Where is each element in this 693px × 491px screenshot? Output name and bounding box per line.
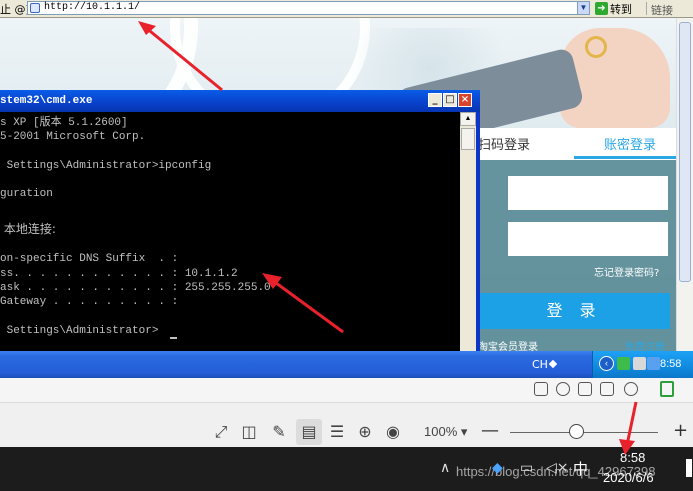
login-button[interactable]: 登 录: [478, 293, 670, 329]
scroll-up-icon[interactable]: ▲: [460, 112, 476, 126]
zoom-in-button[interactable]: +: [673, 420, 688, 441]
list-icon[interactable]: ☰: [328, 423, 346, 441]
viewer-toolbar-top: [0, 378, 693, 403]
console-prompt: Settings\Administrator>: [0, 325, 159, 337]
note-icon[interactable]: [660, 381, 674, 397]
clock[interactable]: 8:58: [620, 450, 645, 465]
chevron-up-icon[interactable]: ∧: [440, 460, 450, 476]
browser-scrollbar[interactable]: [676, 18, 693, 351]
console-line-gateway: Gateway . . . . . . . . . :: [0, 296, 179, 308]
zoom-dropdown[interactable]: 100% ▾: [424, 424, 467, 440]
console-line: Settings\Administrator>ipconfig: [0, 160, 212, 172]
cmd-console[interactable]: s XP [版本 5.1.2600] 5-2001 Microsoft Corp…: [0, 112, 460, 352]
password-input[interactable]: [508, 222, 668, 256]
go-button-label: 转到: [610, 2, 632, 16]
network-icon[interactable]: ▭: [520, 460, 533, 476]
cmd-scrollbar-thumb[interactable]: [461, 128, 475, 150]
tab-qr-login[interactable]: 扫码登录: [478, 134, 530, 153]
links-button[interactable]: 链接: [651, 2, 673, 18]
console-line: on-specific DNS Suffix . :: [0, 253, 179, 265]
maximize-button[interactable]: □: [443, 93, 457, 107]
tray-expand-icon[interactable]: ‹: [599, 356, 614, 371]
console-line: 5-2001 Microsoft Corp.: [0, 131, 146, 143]
member-login-link[interactable]: 淘宝会员登录: [478, 338, 538, 351]
console-line: 本地连接:: [0, 222, 56, 236]
console-line: s XP [版本 5.1.2600]: [0, 117, 128, 129]
go-button[interactable]: ➜ 转到: [595, 1, 632, 16]
record-icon[interactable]: [556, 382, 570, 396]
pen-icon[interactable]: ✎: [270, 423, 288, 441]
eye-icon[interactable]: ◉: [384, 423, 402, 441]
console-line-ip-address: ss. . . . . . . . . . . . : 10.1.1.2: [0, 268, 238, 280]
decorative-ring: [585, 36, 607, 58]
zoom-slider-thumb[interactable]: [569, 424, 585, 439]
network-icon[interactable]: [617, 357, 630, 370]
print-icon[interactable]: [600, 382, 614, 396]
address-bar: 止 @) http://10.1.1.1/ ▼ ➜ 转到 链接: [0, 0, 693, 18]
language-menu-icon[interactable]: [548, 359, 558, 369]
active-tab-indicator: [574, 156, 678, 159]
page-icon: [30, 3, 40, 13]
fit-page-icon[interactable]: ⤢: [212, 423, 230, 441]
console-line: guration: [0, 188, 53, 200]
cmd-title-bar[interactable]: stem32\cmd.exe _ □ ×: [0, 90, 480, 112]
two-page-icon[interactable]: ◫: [240, 423, 258, 441]
url-input[interactable]: http://10.1.1.1/ ▼: [27, 1, 590, 15]
cmd-title: stem32\cmd.exe: [0, 95, 93, 107]
vm-icon[interactable]: [633, 357, 646, 370]
text-select-icon[interactable]: ▤: [300, 423, 318, 441]
login-tabs: 扫码登录 账密登录: [478, 128, 678, 160]
globe-icon[interactable]: ⊕: [356, 423, 374, 441]
xp-taskbar: CH ‹ 8:58: [0, 351, 693, 378]
console-cursor: [170, 337, 177, 339]
tab-password-login[interactable]: 账密登录: [604, 134, 656, 153]
volume-icon[interactable]: [647, 357, 660, 370]
windows-icon[interactable]: [578, 382, 592, 396]
date[interactable]: 2020/6/6: [603, 470, 654, 485]
volume-icon[interactable]: ◁×: [546, 460, 569, 476]
address-bar-label: 止 @): [0, 3, 30, 16]
win10-taskbar: https://blog.csdn.net/qq_42967398 ∧ ◆ ▭ …: [0, 447, 693, 491]
login-panel: 扫码登录 账密登录 忘记登录密码? 登 录 淘宝会员登录 免费注册: [478, 128, 678, 351]
settings-icon[interactable]: [624, 382, 638, 396]
chevron-down-icon[interactable]: ▼: [577, 1, 590, 15]
free-register-link[interactable]: 免费注册: [625, 338, 665, 351]
language-indicator[interactable]: CH: [532, 358, 548, 371]
ime-indicator[interactable]: 中: [573, 458, 588, 479]
xp-clock: 8:58: [660, 358, 682, 370]
console-line-subnet-mask: ask . . . . . . . . . . . : 255.255.255.…: [0, 282, 271, 294]
show-desktop-button[interactable]: [686, 459, 692, 477]
close-button[interactable]: ×: [458, 93, 472, 107]
cmd-scrollbar[interactable]: ▲: [460, 112, 476, 352]
arrow-right-icon: ➜: [595, 2, 608, 15]
zoom-slider[interactable]: [510, 432, 658, 433]
minimize-button[interactable]: _: [428, 93, 442, 107]
app-tray-icon[interactable]: ◆: [492, 460, 503, 476]
url-text: http://10.1.1.1/: [44, 2, 141, 13]
username-input[interactable]: [508, 176, 668, 210]
system-tray: ‹ 8:58: [592, 351, 693, 378]
screen-icon[interactable]: [534, 382, 548, 396]
cmd-window: stem32\cmd.exe _ □ × s XP [版本 5.1.2600] …: [0, 90, 480, 352]
zoom-out-button[interactable]: —: [481, 420, 499, 441]
browser-scrollbar-thumb[interactable]: [679, 22, 691, 282]
divider: [646, 2, 647, 15]
forgot-password-link[interactable]: 忘记登录密码?: [594, 264, 659, 279]
